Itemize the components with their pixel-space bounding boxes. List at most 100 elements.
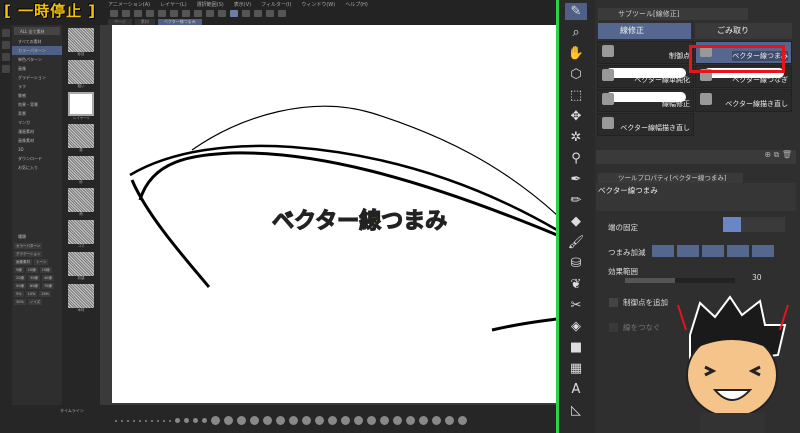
material-tree-item[interactable]: 背景 [12,109,62,118]
timeline-frame[interactable] [445,416,454,425]
menu-window[interactable]: ウィンドウ(W) [301,1,335,8]
end-fix-option-selected[interactable] [723,217,741,232]
menu-view[interactable]: 表示(V) [234,1,251,8]
connect-checkbox[interactable] [609,323,618,332]
tag-button[interactable]: 5% [14,291,24,297]
material-tree-item[interactable]: グラデーション [12,73,62,82]
material-thumbnail[interactable] [68,252,94,276]
image-icon[interactable] [2,41,10,49]
flag-icon[interactable] [278,10,286,17]
timeline-frame[interactable] [133,419,135,422]
pencil-icon[interactable]: ✏ [565,192,587,209]
add-points-checkbox[interactable] [609,298,618,307]
material-icon[interactable] [2,29,10,37]
timeline-frame[interactable] [115,419,117,422]
material-thumbnail[interactable] [68,284,94,308]
material-thumbnail[interactable] [68,92,94,116]
tag-button[interactable]: 30% [14,299,26,305]
transform-icon[interactable] [194,10,202,17]
timeline-frame[interactable] [157,419,159,422]
fill-icon[interactable] [182,10,190,17]
subtool-item[interactable]: ベクター線幅描き直し [597,113,694,136]
material-tree-item[interactable]: 単色パターン [12,55,62,64]
tag-button[interactable]: 30線 [27,275,40,281]
timeline-frame[interactable] [127,419,129,422]
timeline-frame[interactable] [145,419,147,422]
tag-button[interactable]: 10線 [25,267,38,273]
timeline-frame[interactable] [380,416,389,425]
timeline-frame[interactable] [367,416,376,425]
subtool-item[interactable]: ベクター線描き直し [695,89,792,112]
material-tree-item[interactable]: 漫画素材 [12,127,62,136]
auto-select-icon[interactable]: ✲ [565,129,587,146]
timeline-frame[interactable] [211,416,220,425]
tag-button[interactable]: 70線 [41,283,54,289]
material-tree-item[interactable]: マンガ [12,118,62,127]
tag-button[interactable]: 10% [25,291,38,297]
timeline-frame[interactable] [151,419,153,422]
timeline-frame[interactable] [202,418,207,423]
material-tree-item[interactable]: お気に入り [12,163,62,172]
material-tree-item[interactable]: 効果・背景 [12,100,62,109]
menu-animation[interactable]: アニメーション(A) [108,1,150,8]
material-tree-item[interactable]: 3D [12,145,62,154]
material-thumbnail[interactable] [68,60,94,84]
range-slider[interactable] [625,278,735,283]
timeline-frame[interactable] [354,416,363,425]
pinch-curve-2[interactable] [677,245,699,257]
timeline-frame[interactable] [184,418,189,423]
pen-icon[interactable] [254,10,262,17]
deselect-icon[interactable] [206,10,214,17]
snap-grid-icon[interactable] [242,10,250,17]
save-icon[interactable] [134,10,142,17]
vector-line[interactable] [491,317,558,332]
balloon-icon[interactable]: ◺ [565,402,587,419]
timeline-frame[interactable] [169,419,171,422]
tag-button[interactable]: 60線 [27,283,40,289]
timeline-frame[interactable] [289,416,298,425]
timeline-frame[interactable] [139,419,141,422]
timeline-frame[interactable] [250,416,259,425]
text-icon[interactable]: A [565,381,587,398]
timeline-frame[interactable] [263,416,272,425]
timeline-frame[interactable] [276,416,285,425]
airbrush-icon[interactable]: ❦ [565,276,587,293]
material-tree-item[interactable]: ダウンロード [12,154,62,163]
timeline-frame[interactable] [419,416,428,425]
material-thumbnail[interactable] [68,156,94,180]
group-dust-removal[interactable]: ごみ取り [695,23,792,39]
fill-icon[interactable]: ◈ [565,318,587,335]
menu-layer[interactable]: レイヤー(L) [160,1,187,8]
vector-line[interactable] [130,179,211,288]
blend-icon[interactable]: ⛁ [565,255,587,272]
folder-icon[interactable] [2,65,10,73]
zoom-icon[interactable]: ⌕ [565,24,587,41]
redo-icon[interactable] [158,10,166,17]
material-tree-item[interactable]: カラーパターン [12,46,62,55]
hand-icon[interactable]: ✋ [565,45,587,62]
end-fix-options[interactable] [723,217,785,232]
material-thumbnail[interactable] [68,188,94,212]
eyedropper-icon[interactable]: ⚲ [565,150,587,167]
tag-button[interactable]: カラーパターン [14,243,43,249]
pinch-curve-5[interactable] [752,245,774,257]
vector-line[interactable] [191,105,558,216]
subtool-item[interactable]: 制御点 [597,41,694,64]
menu-filter[interactable]: フィルター(I) [261,1,291,8]
menu-selection[interactable]: 選択範囲(S) [197,1,224,8]
material-thumbnail[interactable] [68,220,94,244]
material-tree-item[interactable]: すべての素材 [12,37,62,46]
material-search[interactable]: ALL 全て素材 [14,27,60,35]
material-thumbnail[interactable] [68,124,94,148]
material-tree-item[interactable]: ラフ [12,82,62,91]
tag-button[interactable]: グラデーション [14,251,43,257]
tag-button[interactable]: 40線 [41,275,54,281]
material-tree-item[interactable]: 画像素材 [12,136,62,145]
timeline-frame[interactable] [406,416,415,425]
timeline-frame[interactable] [432,416,441,425]
pinch-curve-4[interactable] [727,245,749,257]
decoration-icon[interactable]: ✂ [565,297,587,314]
new-icon[interactable] [110,10,118,17]
move-icon[interactable]: ✥ [565,108,587,125]
3d-icon[interactable] [2,53,10,61]
